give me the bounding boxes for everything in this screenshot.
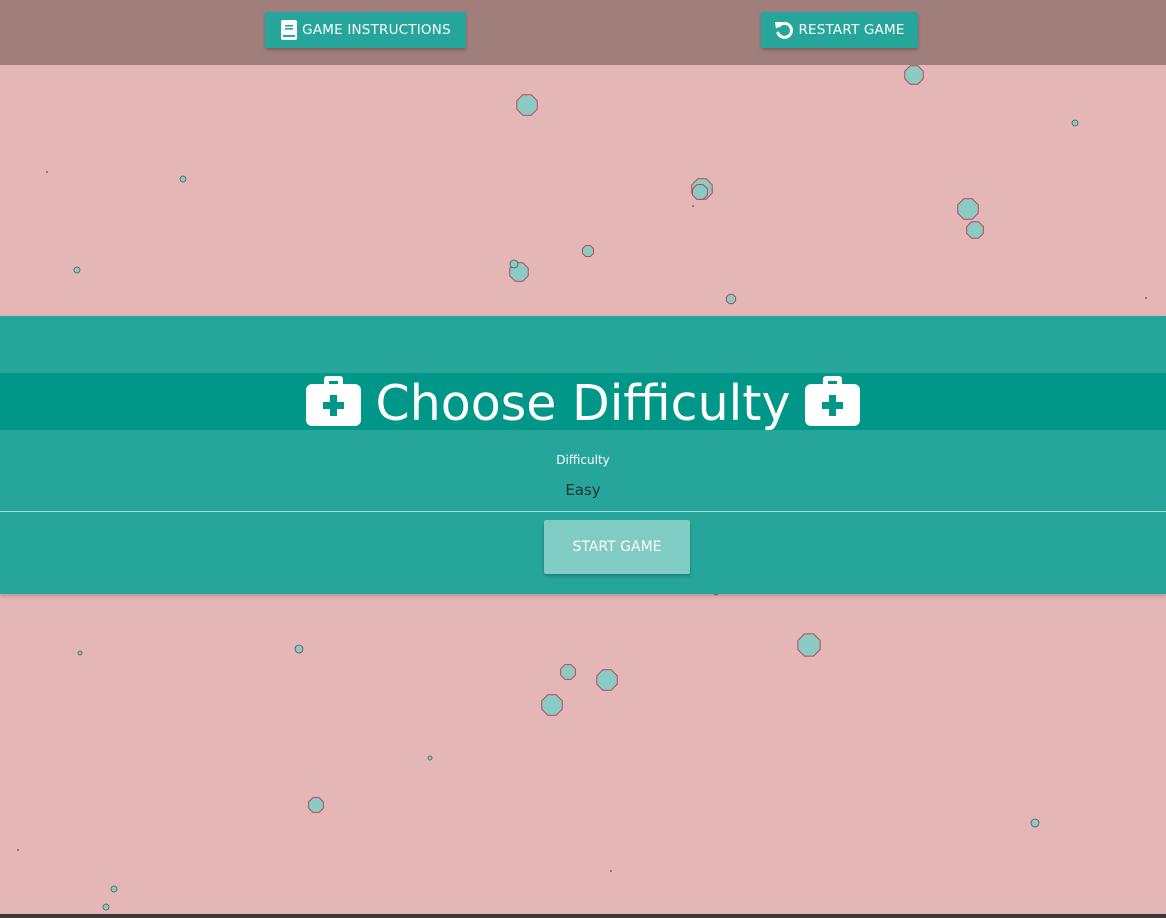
difficulty-select[interactable]: Easy — [0, 481, 1166, 499]
particle — [1145, 297, 1147, 299]
particle — [1030, 818, 1040, 828]
particle — [73, 266, 81, 274]
particle — [904, 65, 924, 85]
particle — [46, 171, 48, 173]
particle — [596, 669, 618, 691]
particle — [509, 259, 519, 269]
particle — [797, 633, 821, 657]
restart-game-label: RESTART GAME — [798, 22, 905, 38]
difficulty-panel: Choose Difficulty Difficulty Easy START … — [0, 316, 1166, 594]
game-instructions-button[interactable]: GAME INSTRUCTIONS — [265, 12, 466, 48]
restart-game-button[interactable]: RESTART GAME — [761, 12, 918, 48]
particle — [427, 755, 433, 761]
top-bar: GAME INSTRUCTIONS RESTART GAME — [0, 0, 1166, 65]
bottom-edge — [0, 914, 1166, 918]
particle — [179, 175, 187, 183]
panel-title: Choose Difficulty — [0, 368, 1166, 438]
particle — [692, 205, 694, 207]
game-instructions-label: GAME INSTRUCTIONS — [302, 22, 451, 38]
particle — [957, 198, 979, 220]
particle — [308, 797, 324, 813]
start-game-button[interactable]: START GAME — [544, 520, 690, 574]
page-title: Choose Difficulty — [375, 374, 791, 432]
difficulty-label: Difficulty — [556, 453, 610, 467]
particle — [692, 184, 708, 200]
particle — [110, 885, 118, 893]
medkit-icon — [804, 376, 860, 430]
particle — [17, 849, 19, 851]
particle — [610, 870, 612, 872]
medkit-icon — [306, 376, 362, 430]
particle — [516, 94, 538, 116]
restart-icon — [774, 20, 794, 40]
particle — [966, 221, 984, 239]
particle — [102, 903, 110, 911]
particle — [77, 650, 83, 656]
particle — [582, 245, 594, 257]
particle — [541, 694, 563, 716]
particle — [1071, 119, 1079, 127]
book-icon — [280, 20, 298, 40]
particle — [294, 644, 304, 654]
particle — [725, 293, 737, 305]
particle — [560, 664, 576, 680]
select-underline — [0, 511, 1166, 512]
